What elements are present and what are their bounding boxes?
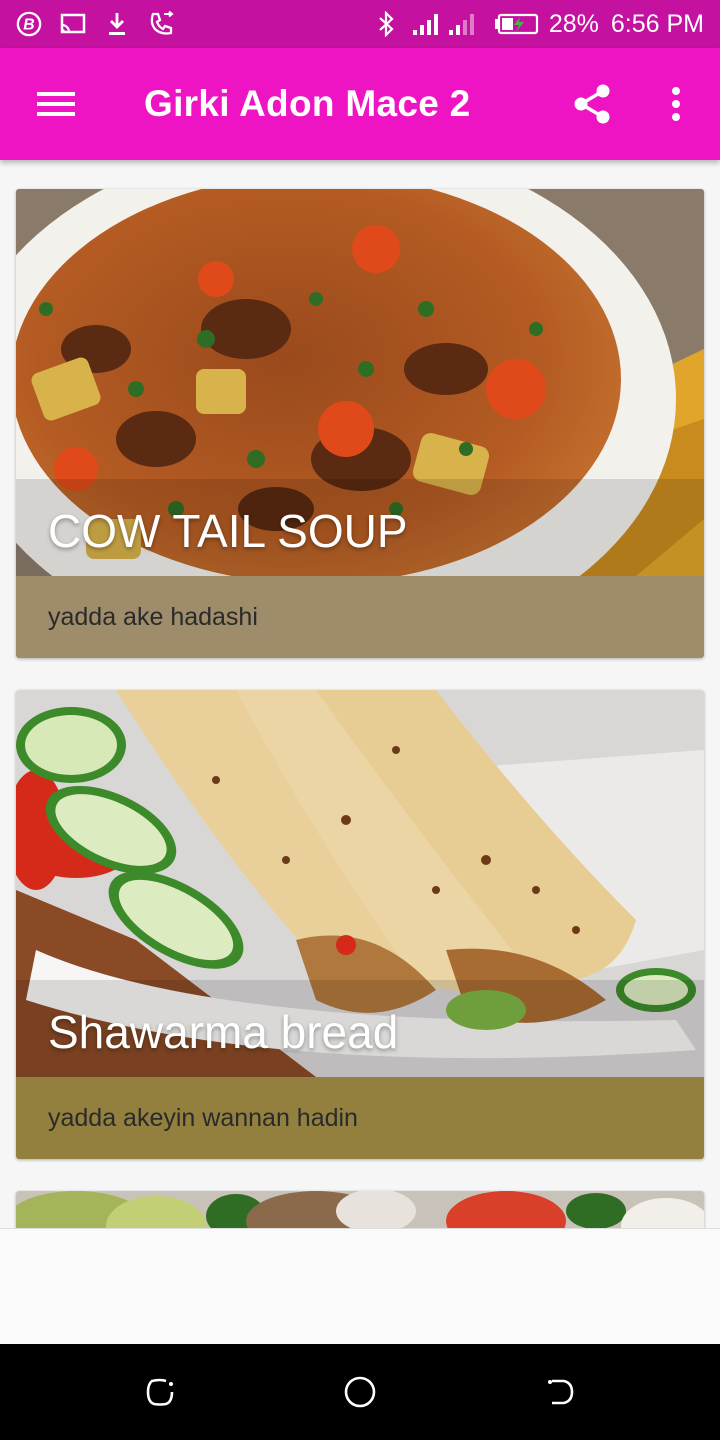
- recipe-list[interactable]: COW TAIL SOUP yadda ake hadashi Shawarma…: [0, 160, 720, 1228]
- bottom-area: [0, 1228, 720, 1344]
- app-bar: Girki Adon Mace 2: [0, 48, 720, 160]
- recipe-subtitle: yadda akeyin wannan hadin: [16, 1077, 704, 1159]
- recipe-card-partial[interactable]: [16, 1191, 704, 1228]
- bluetooth-icon: [373, 11, 399, 37]
- status-time: 6:56 PM: [610, 9, 704, 38]
- recipe-title: Shawarma bread: [48, 1006, 399, 1058]
- more-vert-icon[interactable]: [652, 76, 700, 132]
- share-icon[interactable]: [566, 76, 618, 132]
- recipe-card-shawarma-bread[interactable]: Shawarma bread yadda akeyin wannan hadin: [16, 690, 704, 1159]
- recipe-image: Shawarma bread: [16, 690, 704, 1077]
- battery-percent: 28%: [548, 9, 599, 38]
- call-icon: [148, 11, 174, 37]
- menu-icon[interactable]: [28, 76, 84, 132]
- battery-icon: [493, 11, 539, 37]
- signal-icon: [409, 11, 483, 37]
- svg-text:B: B: [23, 17, 34, 34]
- app-title: Girki Adon Mace 2: [144, 83, 471, 124]
- navigation-bar: [0, 1344, 720, 1440]
- recent-apps-icon[interactable]: [140, 1372, 180, 1412]
- cast-icon: [60, 11, 86, 37]
- recipe-title: COW TAIL SOUP: [48, 505, 408, 557]
- recipe-subtitle: yadda ake hadashi: [16, 576, 704, 658]
- recipe-card-cow-tail-soup[interactable]: COW TAIL SOUP yadda ake hadashi: [16, 189, 704, 658]
- home-icon[interactable]: [340, 1372, 380, 1412]
- recipe-image: [16, 1191, 704, 1228]
- back-icon[interactable]: [540, 1372, 580, 1412]
- status-bar: B 28% 6:56 PM: [0, 0, 720, 48]
- b-icon: B: [16, 11, 42, 37]
- download-icon: [104, 11, 130, 37]
- recipe-image: COW TAIL SOUP: [16, 189, 704, 576]
